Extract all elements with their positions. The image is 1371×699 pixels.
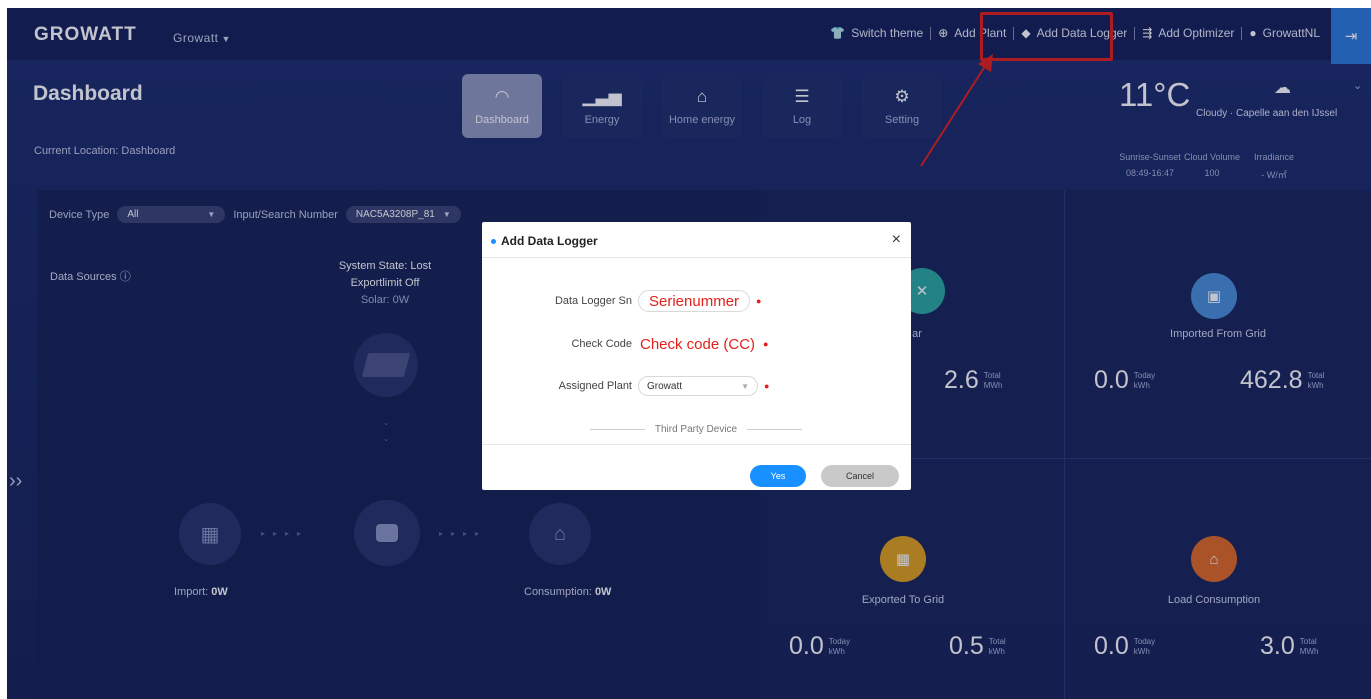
divider-line	[590, 429, 645, 430]
add-data-logger-dialog: Add Data Logger × Data Logger Sn Serienu…	[482, 222, 911, 490]
check-code-row: Check Code Check code (CC) ●	[482, 333, 768, 355]
third-party-divider[interactable]: Third Party Device	[590, 424, 802, 435]
divider-line	[747, 429, 802, 430]
check-code-label: Check Code	[571, 338, 632, 350]
sn-input[interactable]: Serienummer	[638, 290, 751, 312]
caret-down-icon: ▼	[741, 381, 749, 391]
close-icon[interactable]: ×	[892, 231, 901, 249]
dialog-footer-line	[482, 444, 911, 445]
assigned-plant-label: Assigned Plant	[558, 380, 632, 392]
required-marker: ●	[764, 381, 770, 391]
check-code-input[interactable]: Check code (CC)	[638, 333, 757, 355]
dialog-title: Add Data Logger	[491, 234, 598, 248]
dialog-header: Add Data Logger ×	[482, 222, 911, 258]
cancel-button[interactable]: Cancel	[821, 465, 899, 487]
dialog-title-text: Add Data Logger	[501, 234, 598, 248]
third-party-label: Third Party Device	[654, 424, 738, 435]
assigned-plant-select[interactable]: Growatt ▼	[638, 376, 758, 396]
sn-label: Data Logger Sn	[554, 295, 632, 307]
app-window: GROWATT Growatt ▼ 👕 Switch theme ⊕ Add Pl…	[7, 8, 1371, 699]
assigned-plant-value: Growatt	[647, 380, 683, 392]
yes-button[interactable]: Yes	[750, 465, 806, 487]
required-marker: ●	[756, 296, 762, 306]
title-dot-icon	[491, 238, 496, 244]
sn-row: Data Logger Sn Serienummer ●	[482, 290, 761, 312]
assigned-plant-row: Assigned Plant Growatt ▼ ●	[482, 376, 769, 396]
required-marker: ●	[763, 339, 769, 349]
